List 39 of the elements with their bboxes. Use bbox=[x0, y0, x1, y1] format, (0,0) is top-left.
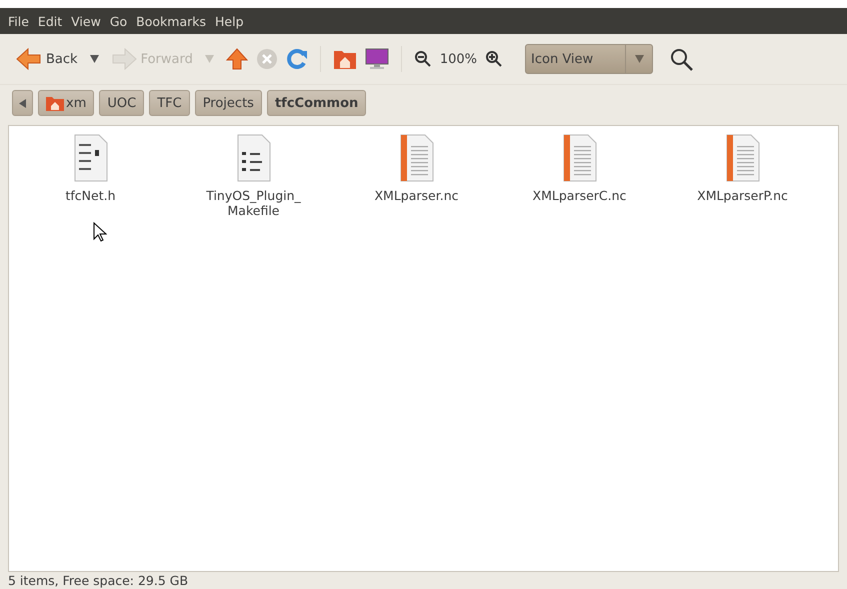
caret-icon[interactable] bbox=[90, 55, 99, 63]
path-scroll-button[interactable] bbox=[12, 90, 33, 116]
path-button[interactable]: tfcCommon bbox=[266, 90, 366, 116]
zoom-in-icon[interactable] bbox=[485, 50, 504, 68]
file-name[interactable]: tfcNet.h bbox=[65, 188, 116, 203]
search-icon[interactable] bbox=[669, 47, 696, 71]
document-icon bbox=[724, 134, 760, 182]
file-name[interactable]: XMLparser.nc bbox=[374, 188, 458, 203]
zoom-out-icon[interactable] bbox=[414, 50, 432, 68]
document-icon bbox=[562, 134, 598, 182]
file-name[interactable]: XMLparserC.nc bbox=[532, 188, 626, 203]
left-arrow-icon[interactable] bbox=[16, 48, 42, 70]
zoom-level: 100% bbox=[440, 52, 478, 66]
status-text: 5 items, Free space: 29.5 GB bbox=[7, 572, 190, 589]
path-button[interactable]: Projects bbox=[194, 90, 262, 116]
reload-icon[interactable] bbox=[286, 48, 308, 70]
file-name[interactable]: TinyOS_Plugin_ Makefile bbox=[206, 188, 301, 218]
menu-item[interactable]: View bbox=[71, 14, 101, 28]
path-button[interactable]: UOC bbox=[99, 90, 144, 116]
menu-item[interactable]: Help bbox=[215, 14, 244, 28]
document-icon bbox=[398, 134, 434, 182]
text-file-icon bbox=[72, 134, 108, 182]
view-select[interactable]: Icon View bbox=[525, 44, 654, 74]
path-button[interactable]: TFC bbox=[149, 90, 190, 116]
path-button[interactable]: xm bbox=[38, 90, 94, 116]
menu-item[interactable]: Edit bbox=[38, 14, 62, 28]
menu-item[interactable]: Bookmarks bbox=[136, 14, 206, 28]
computer-icon[interactable] bbox=[364, 48, 389, 70]
mouse-pointer-icon bbox=[93, 222, 107, 242]
menu-item[interactable]: Go bbox=[110, 14, 128, 28]
left-triangle-icon[interactable] bbox=[19, 98, 26, 108]
home-folder-icon[interactable] bbox=[332, 48, 357, 70]
up-arrow-icon[interactable] bbox=[226, 48, 248, 70]
file-name[interactable]: XMLparserP.nc bbox=[697, 188, 788, 203]
text-file-icon bbox=[236, 134, 272, 182]
caret-icon[interactable] bbox=[634, 55, 644, 63]
home-folder-icon[interactable] bbox=[46, 95, 64, 111]
menu-item[interactable]: File bbox=[8, 14, 29, 28]
back-button[interactable]: Back bbox=[16, 48, 78, 70]
